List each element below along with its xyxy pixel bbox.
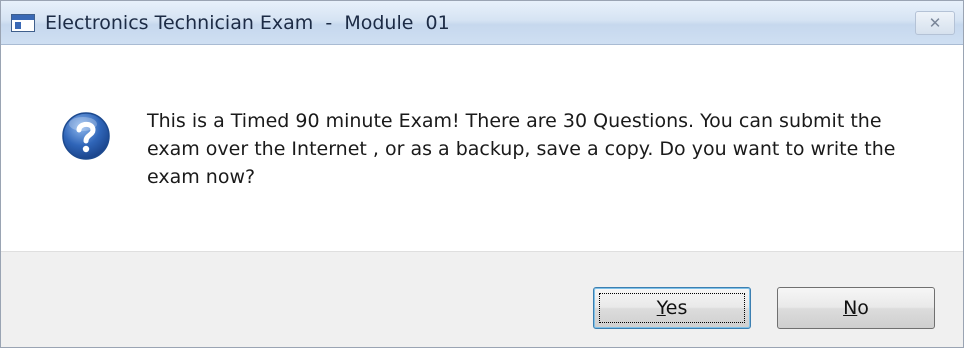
yes-accelerator: Y bbox=[656, 297, 666, 319]
yes-button[interactable]: Yes bbox=[593, 287, 751, 329]
app-icon-bar bbox=[12, 15, 34, 20]
question-icon bbox=[62, 112, 110, 160]
no-button[interactable]: No bbox=[777, 287, 935, 329]
close-button[interactable]: ✕ bbox=[915, 11, 955, 35]
app-window-icon bbox=[11, 14, 35, 32]
no-label-rest: o bbox=[857, 297, 869, 319]
button-bar: Yes No bbox=[1, 251, 963, 347]
app-icon-pane bbox=[15, 22, 21, 29]
title-bar[interactable]: Electronics Technician Exam - Module 01 … bbox=[1, 1, 963, 45]
message-text: This is a Timed 90 minute Exam! There ar… bbox=[147, 110, 896, 188]
message-area: This is a Timed 90 minute Exam! There ar… bbox=[1, 45, 963, 251]
close-icon: ✕ bbox=[928, 14, 942, 32]
message-dialog: Electronics Technician Exam - Module 01 … bbox=[0, 0, 964, 348]
no-accelerator: N bbox=[843, 297, 858, 319]
window-title: Electronics Technician Exam - Module 01 bbox=[45, 12, 450, 34]
yes-label-rest: es bbox=[665, 297, 688, 319]
